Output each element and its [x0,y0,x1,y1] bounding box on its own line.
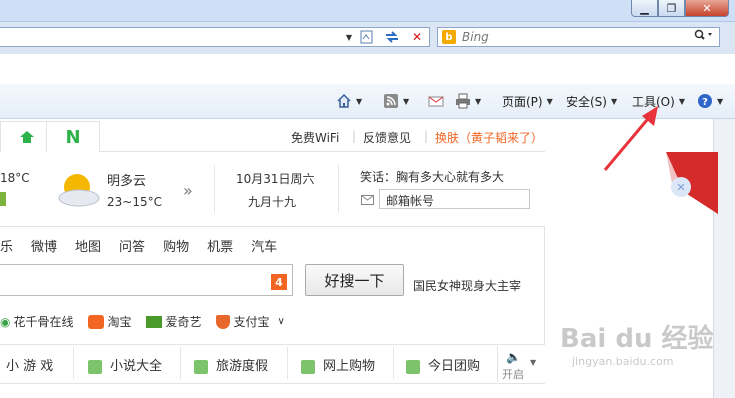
divider [73,347,74,379]
baidu-watermark: Bai du 经验 jingyan.baidu.com [560,324,714,368]
skin-link[interactable]: 换肤（黄子韬来了） [435,129,543,146]
quick-links: ◉ 花千骨在线 淘宝 爱奇艺 支付宝 ∨ [0,313,285,330]
chevron-down-icon: ▼ [403,96,410,106]
minimize-button[interactable]: ▁ [631,0,658,17]
speaker-icon: 🔈 [506,350,521,364]
book-icon [88,359,102,374]
divider: | [352,129,357,143]
chevron-down-icon: ▼ [356,96,363,106]
nav-item[interactable]: 汽车 [251,240,277,255]
wifi-link[interactable]: 免费WiFi [291,129,339,146]
joke-link[interactable]: 笑话：胸有多大心就有多大 [360,168,504,185]
chevron-down-icon[interactable]: ▼ [530,358,536,367]
favorites-bar [0,54,735,85]
divider [214,165,215,213]
bing-icon: b [442,30,456,44]
quick-link[interactable]: 支付宝 [234,313,270,330]
compatibility-view-icon[interactable] [358,29,376,45]
help-button[interactable]: ? ▼ [697,91,723,111]
quick-link[interactable]: 花千骨在线 [13,313,73,330]
weather-range: 23~15°C [107,195,162,209]
chevron-down-icon: ▼ [678,96,685,106]
mail-button[interactable] [428,91,444,111]
refresh-icon[interactable] [383,29,401,45]
address-dropdown-icon[interactable]: ▼ [340,29,358,45]
promo-banner[interactable]: ✕ [666,152,718,214]
divider [180,347,181,379]
weather-more-icon[interactable]: » [183,181,193,200]
mail-icon [361,194,374,208]
page-menu[interactable]: 页面(P) ▼ [502,91,553,111]
news-tab[interactable]: N [46,121,100,152]
sound-label: 开启 [502,368,524,381]
home-icon [20,131,34,143]
svg-text:✕: ✕ [676,181,685,194]
sound-toggle[interactable]: 🔈 开启 [497,346,528,382]
iqiyi-icon [145,315,162,328]
main-search-input[interactable] [0,264,293,296]
date-lunar: 九月十九 [248,195,297,209]
map-icon [194,359,208,374]
home-button[interactable]: ▼ [336,91,362,111]
category-item[interactable]: 今日团购 [406,355,480,374]
svg-text:?: ? [702,97,708,108]
category-item[interactable]: 小 游 戏 [6,355,53,374]
quick-link[interactable]: 爱奇艺 [166,313,202,330]
weather-condition: 明多云 [107,174,147,189]
nav-item[interactable]: 地图 [75,240,101,255]
window-controls: ▁ ❐ ✕ [631,0,729,18]
coupon-icon [406,359,420,374]
cart-icon [301,359,315,374]
nav-item[interactable]: 机票 [207,240,233,255]
search-category-tabs: 乐 微博 地图 问答 购物 机票 汽车 [0,236,295,255]
feedback-link[interactable]: 反馈意见 [363,129,411,146]
divider [338,165,339,213]
date-gregorian: 10月31日周六 [236,172,315,186]
hot-search-link[interactable]: 国民女神现身大主宰 [413,277,521,294]
nav-item[interactable]: 微博 [31,240,57,255]
close-button[interactable]: ✕ [685,0,729,17]
window-title-bar [0,0,735,22]
divider: | [424,129,429,143]
nav-item[interactable]: 乐 [0,240,13,255]
nav-item[interactable]: 购物 [163,240,189,255]
restore-button[interactable]: ❐ [658,0,685,17]
weather-temp: 18°C [0,171,30,185]
chevron-down-icon[interactable]: ∨ [278,316,285,327]
search-icon[interactable] [694,29,714,45]
category-item[interactable]: 网上购物 [301,355,375,374]
alipay-icon [215,314,230,329]
print-button[interactable]: ▼ [455,91,481,111]
mail-account-input[interactable]: 邮箱帐号 [379,189,530,209]
divider [287,347,288,379]
weather-icon [55,170,103,210]
search-badge: 4 [271,274,287,290]
divider [393,347,394,379]
chevron-down-icon: ▼ [546,96,553,106]
search-submit-button[interactable]: 好搜一下 [305,264,404,296]
stop-icon[interactable]: ✕ [408,29,426,45]
chevron-down-icon: ▼ [717,96,724,106]
category-item[interactable]: 旅游度假 [194,355,268,374]
nav-item[interactable]: 问答 [119,240,145,255]
category-item[interactable]: 小说大全 [88,355,162,374]
annotation-arrow [603,106,658,171]
page-menu-label: 页面(P) [502,94,543,109]
feeds-button[interactable]: ▼ [383,91,409,111]
search-placeholder: Bing [462,30,489,44]
mail-placeholder: 邮箱帐号 [386,194,435,208]
chevron-down-icon: ▼ [475,96,482,106]
quick-link[interactable]: 淘宝 [108,313,132,330]
n-logo-icon: N [65,126,81,148]
play-icon: ◉ [0,314,11,329]
taobao-icon [87,314,104,329]
aqi-badge [0,192,6,206]
